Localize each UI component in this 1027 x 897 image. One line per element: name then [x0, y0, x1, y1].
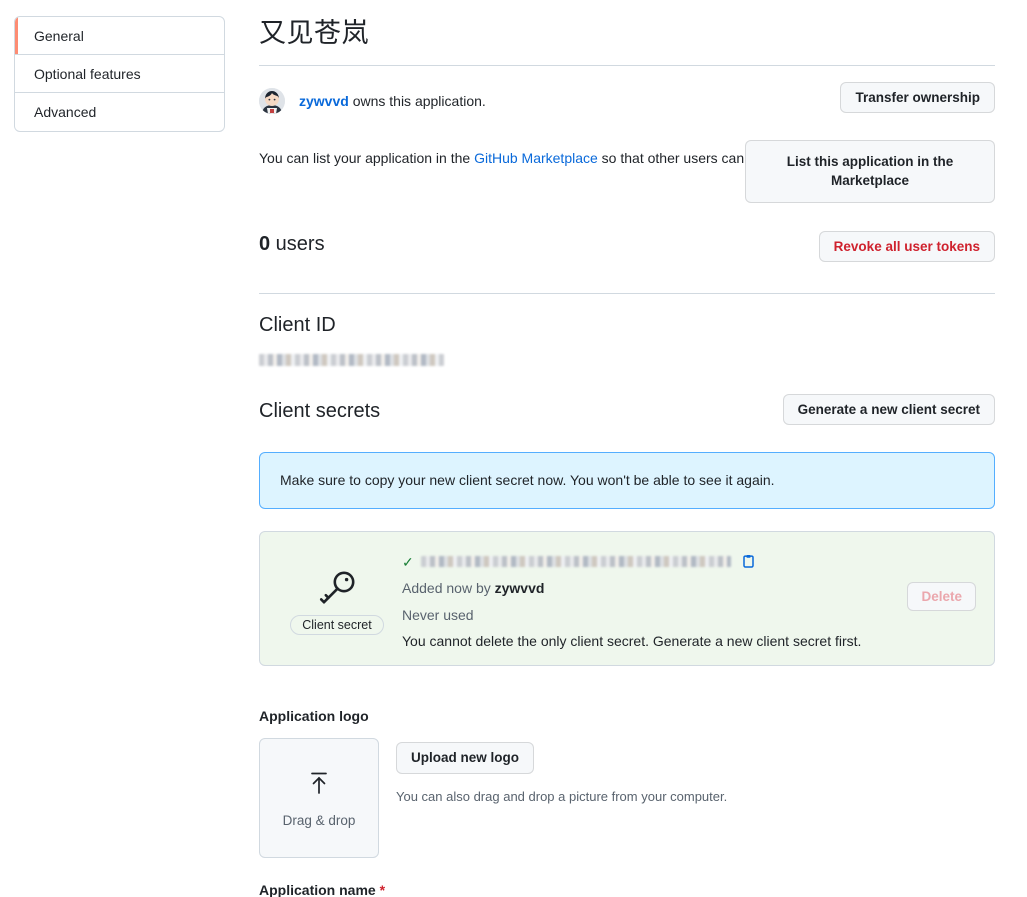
- marketplace-row: You can list your application in the Git…: [259, 139, 995, 203]
- sidebar-item-general[interactable]: General: [15, 17, 224, 55]
- oauth-app-settings-page: General Optional features Advanced 又见苍岚: [0, 0, 1027, 897]
- copy-icon[interactable]: [741, 554, 756, 569]
- users-row: 0 users Revoke all user tokens: [259, 230, 995, 269]
- client-id-heading: Client ID: [259, 313, 336, 336]
- client-secret-usage: Never used: [402, 607, 474, 624]
- github-marketplace-link[interactable]: GitHub Marketplace: [474, 150, 598, 166]
- users-count: 0: [259, 232, 271, 255]
- owner-row: zywvvd owns this application. Transfer o…: [259, 81, 995, 120]
- copy-secret-banner: Make sure to copy your new client secret…: [259, 451, 995, 509]
- copy-icon-glyph: [742, 555, 754, 568]
- sidebar-item-optional-features[interactable]: Optional features: [15, 55, 224, 93]
- added-prefix: Added now by: [402, 579, 495, 596]
- copy-secret-banner-text: Make sure to copy your new client secret…: [280, 471, 775, 488]
- avatar: [259, 87, 285, 114]
- client-secrets-header: Client secrets Generate a new client sec…: [259, 393, 995, 430]
- application-logo-label: Application logo: [259, 708, 369, 725]
- client-secret-details: ✓ Added now by zywvvd Never used You can…: [396, 548, 976, 649]
- title-divider: [259, 64, 995, 66]
- client-id-value-redacted: [259, 353, 444, 366]
- settings-sidebar: General Optional features Advanced: [14, 16, 225, 132]
- check-icon: ✓: [402, 553, 414, 570]
- upload-icon: [311, 772, 327, 794]
- sidebar-item-label: General: [34, 28, 84, 44]
- logo-dropzone[interactable]: Drag & drop: [259, 738, 379, 859]
- logo-dropzone-text: Drag & drop: [282, 812, 356, 828]
- page-title: 又见苍岚: [259, 18, 369, 48]
- owner-suffix-text: owns this application.: [348, 92, 486, 109]
- users-word: users: [270, 232, 325, 255]
- users-divider: [259, 292, 995, 294]
- upload-new-logo-button[interactable]: Upload new logo: [396, 742, 534, 774]
- client-secret-delete-note: You cannot delete the only client secret…: [402, 633, 862, 650]
- list-in-marketplace-button[interactable]: List this application in the Marketplace: [745, 139, 995, 203]
- sidebar-item-label: Advanced: [34, 104, 97, 120]
- client-secret-key-block: Client secret: [278, 548, 396, 649]
- revoke-all-user-tokens-button[interactable]: Revoke all user tokens: [818, 230, 995, 263]
- added-by-username: zywvvd: [494, 579, 545, 596]
- transfer-ownership-button[interactable]: Transfer ownership: [840, 81, 995, 114]
- application-name-label: Application name *: [259, 882, 995, 897]
- logo-actions: Upload new logo You can also drag and dr…: [379, 738, 727, 858]
- required-marker: *: [379, 882, 386, 897]
- client-secret-value-redacted: [420, 556, 731, 568]
- marketplace-description: You can list your application in the Git…: [259, 148, 819, 170]
- generate-new-client-secret-button[interactable]: Generate a new client secret: [782, 393, 995, 426]
- avatar-image: [259, 87, 285, 114]
- logo-hint-text: You can also drag and drop a picture fro…: [396, 788, 728, 804]
- main-content: 又见苍岚 zywvvd owns this application. Trans…: [259, 0, 995, 897]
- client-secret-added-line: Added now by zywvvd: [402, 578, 976, 600]
- client-secret-value-row: ✓: [402, 552, 976, 572]
- owner-username-link[interactable]: zywvvd: [299, 93, 349, 109]
- marketplace-text-before: You can list your application in the: [259, 149, 475, 166]
- application-name-label-text: Application name: [259, 882, 376, 897]
- client-secret-card: Client secret ✓ Added now by zywvvd Neve…: [259, 530, 995, 667]
- application-logo-row: Drag & drop Upload new logo You can also…: [259, 738, 995, 859]
- key-icon: [319, 571, 355, 604]
- sidebar-item-label: Optional features: [34, 66, 141, 82]
- delete-client-secret-button[interactable]: Delete: [907, 581, 976, 612]
- owner-text: zywvvd owns this application.: [299, 93, 486, 109]
- sidebar-item-advanced[interactable]: Advanced: [15, 93, 224, 131]
- client-secret-pill: Client secret: [290, 615, 384, 636]
